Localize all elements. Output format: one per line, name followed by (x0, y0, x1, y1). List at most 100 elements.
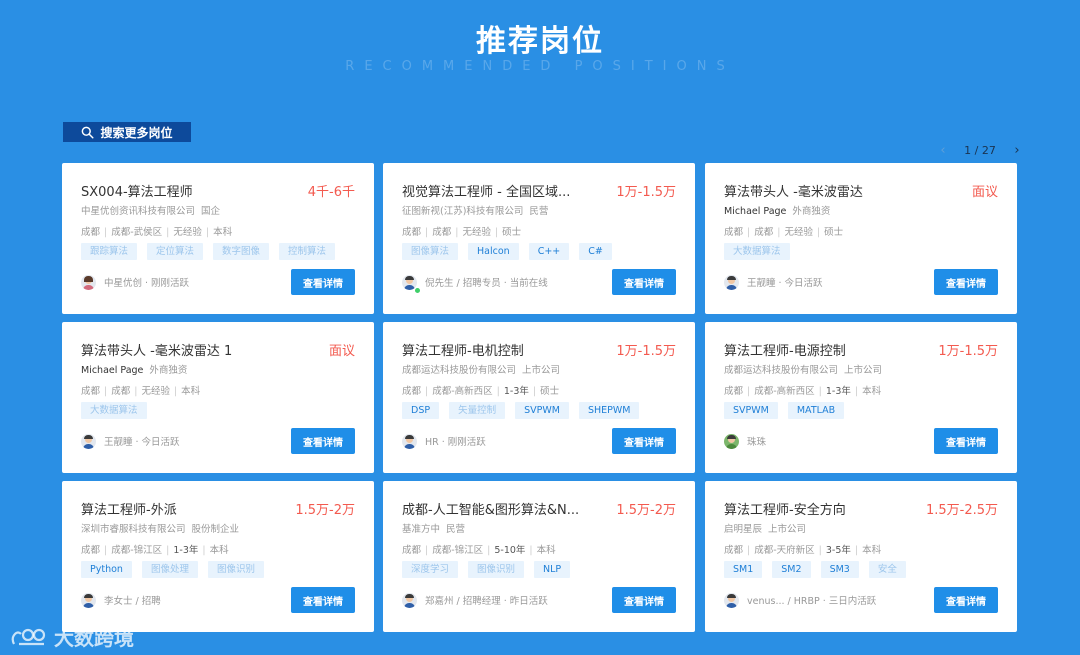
company-name[interactable]: 启明星辰 (724, 524, 762, 535)
view-details-button[interactable]: 查看详情 (612, 428, 676, 454)
view-details-button[interactable]: 查看详情 (291, 428, 355, 454)
job-title[interactable]: 算法工程师-电机控制 (402, 340, 524, 359)
meta-item: 成都-天府新区 (754, 545, 815, 556)
meta-separator: | (494, 227, 499, 238)
view-details-button[interactable]: 查看详情 (934, 587, 998, 613)
meta-item: 5-10年 (494, 545, 526, 556)
meta-separator: | (104, 227, 108, 238)
company-name[interactable]: 成都运达科技股份有限公司 (724, 365, 838, 376)
company-type: 国企 (201, 206, 221, 217)
job-card-footer: 李女士 / 招聘 查看详情 (81, 587, 355, 613)
meta-item: 硕士 (502, 227, 522, 238)
view-details-button[interactable]: 查看详情 (291, 587, 355, 613)
view-details-button[interactable]: 查看详情 (612, 269, 676, 295)
meta-separator: | (529, 545, 533, 556)
skill-tag: C++ (528, 243, 570, 260)
view-details-button[interactable]: 查看详情 (934, 269, 998, 295)
meta-item: 3-5年 (825, 545, 851, 556)
recruiter-status: 珠珠 (747, 437, 767, 448)
avatar-wrapper (402, 274, 421, 294)
meta-item: 本科 (862, 386, 882, 397)
job-title[interactable]: 算法工程师-外派 (81, 499, 177, 518)
company-type: 外商独资 (149, 365, 188, 376)
company-name[interactable]: Michael Page (81, 365, 143, 376)
job-card[interactable]: 算法工程师-电机控制 1万-1.5万 成都运达科技股份有限公司 上市公司 成都 | 成都-高… (383, 322, 695, 473)
meta-item: 成都 (402, 545, 422, 556)
company-name[interactable]: 成都运达科技股份有限公司 (402, 365, 516, 376)
skill-tag: Halcon (468, 243, 519, 260)
chevron-left-icon[interactable]: ‹ (938, 143, 948, 158)
job-card[interactable]: 成都-人工智能&图形算法&N... 1.5万-2万 基准方中 民营 成都 | 成都-锦江区 |… (383, 481, 695, 632)
job-meta: 成都 | 成都-高新西区 | 1-3年 | 本科 (724, 383, 881, 397)
meta-item: 1-3年 (825, 386, 851, 397)
meta-item: 无经验 (784, 227, 813, 238)
skill-tag: 跟踪算法 (81, 243, 138, 260)
company-name[interactable]: 中星优创资讯科技有限公司 (81, 206, 195, 217)
job-title[interactable]: 算法工程师-电源控制 (724, 340, 846, 359)
company-name[interactable]: 征图新视(江苏)科技有限公司 (402, 206, 523, 217)
avatar (724, 274, 739, 290)
job-card[interactable]: 算法带头人 -毫米波雷达 1 面议 Michael Page 外商独资 成都 | 成都 | 无经… (62, 322, 374, 473)
view-details-button[interactable]: 查看详情 (291, 269, 355, 295)
cloud-logo-icon (11, 628, 46, 645)
job-card-footer: HR · 刚刚活跃 查看详情 (402, 428, 676, 454)
job-card[interactable]: 算法工程师-电源控制 1万-1.5万成都运达科技股份有限公司 上市公司 成都 | 成都-高… (705, 322, 1017, 473)
avatar-wrapper (724, 433, 739, 449)
job-card-header: 成都-人工智能&图形算法&N... 1.5万-2万 (402, 498, 676, 518)
meta-separator: | (425, 227, 429, 238)
skill-tag: 图像处理 (141, 561, 198, 578)
job-meta: 成都 | 成都-天府新区 | 3-5年 | 本科 (724, 542, 881, 556)
recruiter-info: venus... / HRBP · 三日内活跃 (724, 592, 876, 608)
company-name[interactable]: 深圳市睿服科技有限公司 (81, 524, 186, 535)
view-details-button[interactable]: 查看详情 (934, 428, 998, 454)
search-more-button[interactable]: 搜索更多岗位 (63, 122, 191, 142)
job-card[interactable]: 算法工程师-安全方向 1.5万-2.5万 启明星辰 上市公司 成都 | 成都-天府新区 | 3-… (705, 481, 1017, 632)
recruiter-info: 李女士 / 招聘 (81, 592, 161, 608)
avatar (724, 433, 739, 449)
recruiter-info: HR · 刚刚活跃 (402, 433, 486, 449)
job-salary: 面议 (328, 343, 355, 359)
page-title: 推荐岗位 (476, 24, 604, 59)
job-salary: 面议 (971, 184, 998, 200)
company-name[interactable]: Michael Page (724, 206, 786, 217)
job-title[interactable]: SX004-算法工程师 (81, 181, 193, 200)
meta-item: 成都 (432, 227, 452, 238)
job-salary: 1万-1.5万 (938, 343, 998, 359)
job-title[interactable]: 成都-人工智能&图形算法&N... (402, 499, 579, 518)
company-name[interactable]: 基准方中 (402, 524, 440, 535)
recruiter-status: HR · 刚刚活跃 (425, 437, 486, 448)
company-type: 外商独资 (792, 206, 831, 217)
job-title[interactable]: 算法工程师-安全方向 (724, 499, 846, 518)
job-card[interactable]: 算法带头人 -毫米波雷达 面议 Michael Page 外商独资 成都 | 成都 | 无经验 |… (705, 163, 1017, 314)
job-card[interactable]: SX004-算法工程师 4千-6千 中星优创资讯科技有限公司 国企 成都 | 成都-武侯区 |… (62, 163, 374, 314)
job-card[interactable]: 算法工程师-外派 1.5万-2万 深圳市睿服科技有限公司 股份制企业 成都 | 成都-锦江区… (62, 481, 374, 632)
recruiter-info: 王靓瞳 · 今日活跃 (81, 433, 180, 449)
company-info: 成都运达科技股份有限公司 上市公司 (724, 362, 882, 376)
meta-separator: | (104, 545, 108, 556)
meta-separator: | (816, 227, 821, 238)
company-type: 股份制企业 (191, 524, 240, 535)
skill-tags: SM1 SM2 SM3 安全 (724, 561, 906, 578)
company-type: 民营 (529, 206, 549, 217)
skill-tags: 图像算法 Halcon C++ C# (402, 243, 612, 260)
skill-tag: 图像识别 (468, 561, 525, 578)
page-subtitle: RECOMMENDED POSITIONS (345, 59, 735, 74)
skill-tag: 图像识别 (207, 561, 264, 578)
meta-item: 本科 (209, 545, 229, 556)
online-status-dot (414, 286, 421, 294)
job-salary: 1万-1.5万 (616, 343, 676, 359)
recruiter-status: 倪先生 / 招聘专员 · 当前在线 (425, 278, 548, 289)
job-title[interactable]: 视觉算法工程师 - 全国区域... (402, 181, 570, 200)
job-card[interactable]: 视觉算法工程师 - 全国区域... 1万-1.5万征图新视(江苏)科技有限公司 民营… (383, 163, 695, 314)
avatar (724, 592, 739, 608)
job-salary: 1.5万-2万 (295, 502, 355, 518)
job-card-header: 算法工程师-电机控制 1万-1.5万 (402, 339, 676, 359)
avatar (81, 274, 96, 290)
search-more-label: 搜索更多岗位 (100, 125, 173, 140)
job-title[interactable]: 算法带头人 -毫米波雷达 1 (81, 340, 232, 359)
view-details-button[interactable]: 查看详情 (612, 587, 676, 613)
chevron-right-icon[interactable]: › (1012, 143, 1022, 158)
job-title[interactable]: 算法带头人 -毫米波雷达 (724, 181, 863, 200)
job-card-header: 视觉算法工程师 - 全国区域... 1万-1.5万 (402, 180, 676, 200)
avatar (81, 433, 96, 449)
